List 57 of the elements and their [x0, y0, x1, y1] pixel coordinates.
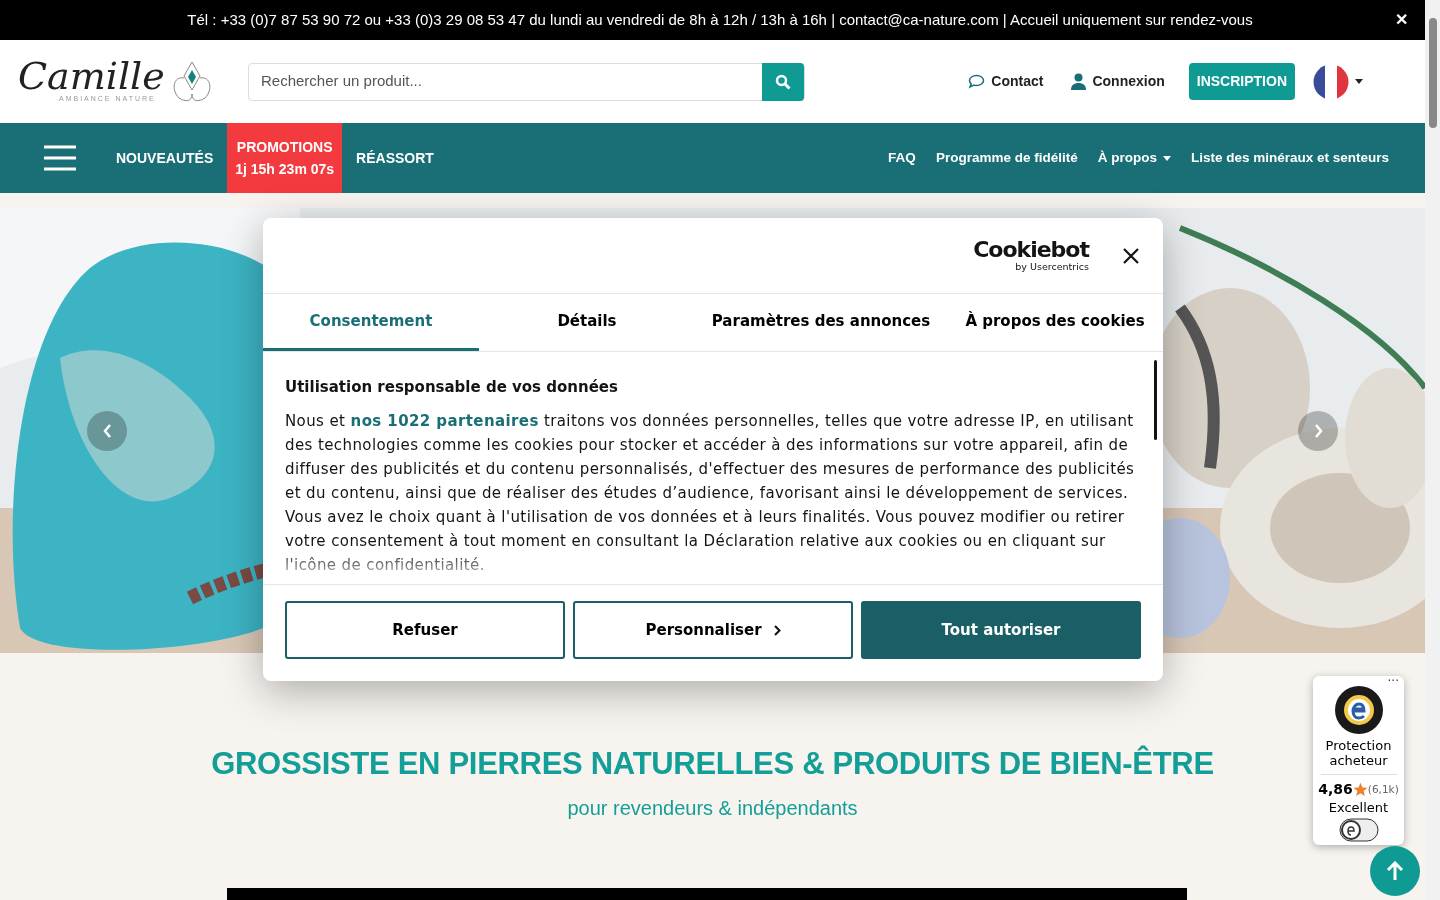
seal-icon [1333, 685, 1384, 735]
search-icon [775, 73, 791, 90]
brand-name: Cookiebot [973, 239, 1089, 261]
contact-link[interactable]: Contact [968, 71, 1044, 92]
dialog-tab[interactable]: Paramètres des annonces [695, 294, 947, 351]
close-button[interactable]: ✕ [1395, 12, 1408, 28]
rating-value: 4,86 [1318, 780, 1353, 799]
search-input[interactable]: Rechercher un produit... [249, 70, 762, 93]
chevron-right-icon [773, 624, 781, 636]
nav-link[interactable]: Programme de fidélité [925, 147, 1088, 169]
previous-slide-button[interactable] [87, 411, 127, 451]
headline: GROSSISTE EN PIERRES NATURELLES & PRODUITS DE BIEN-ÊTRE [211, 744, 1214, 783]
next-slide-button[interactable] [1298, 411, 1338, 451]
menu-icon [44, 145, 76, 171]
nav-link[interactable]: RÉASSORT [342, 147, 448, 169]
star-icon [1352, 782, 1368, 797]
language-selector[interactable] [1313, 63, 1363, 100]
dialog-heading: Utilisation responsable de vos données [285, 377, 619, 398]
logo-script: Camille [18, 58, 165, 95]
search-button[interactable] [762, 62, 804, 101]
brand-subtitle: by Usercentrics [1015, 261, 1089, 272]
refuse-button[interactable]: Refuser [285, 601, 565, 659]
menu-button[interactable] [44, 145, 76, 171]
rating-verdict: Excellent [1328, 800, 1389, 815]
close-button[interactable] [1123, 246, 1141, 265]
caret-icon [1355, 79, 1363, 84]
chevron-right-icon [1313, 424, 1323, 438]
toggle-icon [1338, 818, 1379, 842]
nav-link[interactable]: NOUVEAUTÉS [102, 147, 228, 169]
dialog-tab[interactable]: À propos des cookies [947, 294, 1163, 351]
trust-badge[interactable]: ··· Protection acheteur 4,86 (6,1k) Excellent [1313, 676, 1404, 845]
subheadline: pour revendeurs & indépendants [567, 796, 858, 821]
chat-bubble-icon [968, 74, 986, 89]
promotions-link[interactable]: PROMOTIONS 1j 15h 23m 07s [227, 123, 343, 193]
close-icon [1123, 247, 1139, 264]
dialog-tab[interactable]: Détails [479, 294, 695, 351]
customize-button[interactable]: Personnaliser [573, 601, 853, 659]
info-text: Tél : +33 (0)7 87 53 90 72 ou +33 (0)3 29 08 53 47 du lundi au vendredi de 8h à 12h / 13h à 16h | contact@ca-nature.com | Accueil uniquement sur rendez-vous [187, 9, 1253, 30]
accept-all-button[interactable]: Tout autoriser [861, 601, 1141, 659]
user-icon [1071, 73, 1087, 90]
nav-dropdown[interactable]: À propos [1087, 147, 1181, 169]
chevron-left-icon [102, 424, 112, 438]
caret-icon [1162, 155, 1171, 161]
search-field[interactable]: Rechercher un produit... [248, 62, 805, 101]
review-count: (6,1k) [1367, 781, 1399, 797]
scroll-to-top-button[interactable] [1370, 846, 1420, 896]
nav-link[interactable]: Liste des minéraux et senteurs [1180, 147, 1399, 169]
dialog-tab[interactable]: Consentement [263, 294, 479, 351]
login-link[interactable]: Connexion [1071, 71, 1165, 92]
french-flag-icon [1313, 63, 1349, 100]
nav-link[interactable]: FAQ [878, 147, 926, 169]
scrollbar-thumb[interactable] [1428, 18, 1437, 128]
arrow-up-icon [1386, 861, 1404, 881]
partners-link[interactable]: nos 1022 partenaires [350, 411, 539, 430]
countdown-timer: 1j 15h 23m 07s [235, 160, 335, 179]
protection-label: Protection acheteur [1324, 738, 1393, 768]
promotions-label: PROMOTIONS [236, 138, 333, 157]
